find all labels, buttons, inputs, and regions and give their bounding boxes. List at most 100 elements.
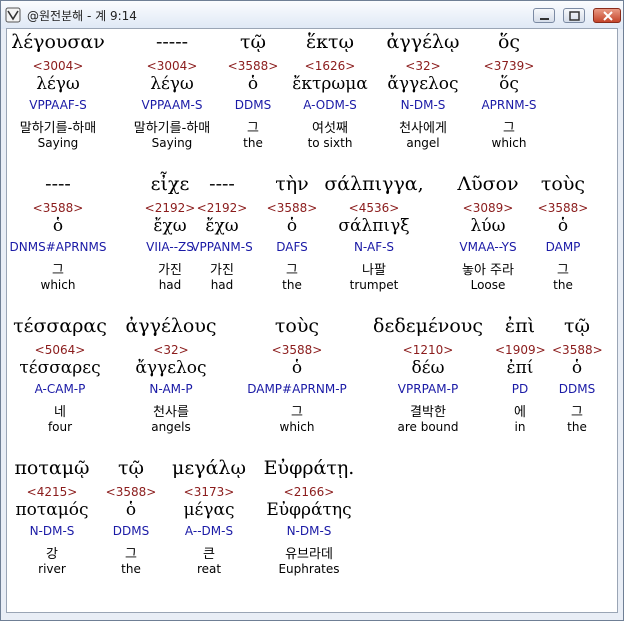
greek-word: σάλπιγγα, — [324, 173, 424, 195]
word-column[interactable]: τοὺς <3588> ὁ DAMP 그 the — [533, 171, 593, 313]
word-column[interactable]: ἐπὶ <1909> ἐπί PD 에 in — [495, 313, 546, 455]
lexeme: ὁ — [52, 216, 64, 236]
strong-number: <3588> — [537, 201, 589, 215]
morph-code: APRNM-S — [481, 98, 537, 112]
english-gloss: angel — [406, 136, 440, 150]
strong-number: <4536> — [348, 201, 400, 215]
word-column[interactable]: μεγάλῳ <3173> μέγας A--DM-S 큰 reat — [171, 455, 247, 597]
morph-code: DAMP — [545, 240, 581, 254]
morph-code: VPRPAM-P — [397, 382, 459, 396]
morph-code: N-AM-P — [149, 382, 193, 396]
greek-word: μεγάλῳ — [172, 457, 246, 479]
korean-gloss: 에 — [514, 405, 526, 420]
english-gloss: Saying — [37, 136, 79, 150]
korean-gloss: 그 — [52, 263, 64, 278]
lexeme: ὅς — [499, 74, 519, 94]
lexeme: ὁ — [286, 216, 298, 236]
morph-code: N-AF-S — [353, 240, 395, 254]
strong-number: <3739> — [483, 59, 535, 73]
greek-word: Λῦσον — [457, 173, 519, 195]
korean-gloss: 그 — [125, 547, 137, 562]
word-column[interactable]: τέσσαρας <5064> τέσσαρες A-CAM-P 네 four — [7, 313, 113, 455]
strong-number: <2192> — [196, 201, 248, 215]
korean-gloss: 나팔 — [362, 263, 386, 278]
english-gloss: angels — [151, 420, 191, 434]
word-column[interactable]: τὴν <3588> ὁ DAFS 그 the — [262, 171, 322, 313]
minimize-button[interactable] — [533, 8, 555, 23]
strong-number: <3004> — [146, 59, 198, 73]
english-gloss: four — [47, 420, 73, 434]
word-column[interactable]: ὅς <3739> ὅς APRNM-S 그 which — [469, 29, 549, 171]
word-column[interactable]: Λῦσον <3089> λύω VMAA--YS 놓아 주라 Loose — [433, 171, 543, 313]
greek-word: Εὐφράτῃ. — [263, 457, 355, 479]
word-column[interactable]: ---- <2192> ἔχω VPPANM-S 가진 had — [189, 171, 255, 313]
word-column[interactable]: τῷ <3588> ὁ DDMS 그 the — [101, 455, 161, 597]
strong-number: <2166> — [283, 485, 335, 499]
interlinear-panel[interactable]: λέγουσαν <3004> λέγω VPPAAF-S 말하기를-하매 Saying -… — [6, 28, 618, 613]
english-gloss: the — [553, 278, 573, 292]
word-column[interactable]: λέγουσαν <3004> λέγω VPPAAF-S 말하기를-하매 Saying — [7, 29, 114, 171]
english-gloss: to sixth — [307, 136, 353, 150]
word-column[interactable]: ἀγγέλῳ <32> ἄγγελος N-DM-S 천사에게 angel — [373, 29, 473, 171]
korean-gloss: 놓아 주라 — [462, 263, 514, 278]
lexeme: δέω — [411, 358, 445, 378]
strong-number: <1626> — [304, 59, 356, 73]
lexeme: ὁ — [125, 500, 137, 520]
word-column[interactable]: ---- <3588> ὁ DNMS#APRNMS 그 which — [7, 171, 112, 313]
word-column[interactable]: ἕκτῳ <1626> ἔκτρωμα A-ODM-S 여섯째 to sixth — [290, 29, 370, 171]
lexeme: ἄγγελος — [387, 74, 459, 94]
morph-code: A-CAM-P — [34, 382, 86, 396]
word-column[interactable]: τῷ <3588> ὁ DDMS 그 the — [552, 313, 603, 455]
korean-gloss: 강 — [46, 547, 58, 562]
word-column[interactable]: ποταμῷ <4215> ποταμός N-DM-S 강 river — [7, 455, 97, 597]
lexeme: ἄγγελος — [135, 358, 207, 378]
greek-word: λέγουσαν — [11, 31, 105, 53]
morph-code: VPPAAF-S — [29, 98, 87, 112]
morph-code: DAFS — [276, 240, 308, 254]
english-gloss: reat — [196, 562, 222, 576]
lexeme: λύω — [470, 216, 506, 236]
word-column[interactable]: ἀγγέλους <32> ἄγγελος N-AM-P 천사를 angels — [121, 313, 221, 455]
lexeme: ἐπί — [506, 358, 534, 378]
morph-code: VPPANM-S — [191, 240, 253, 254]
strong-number: <32> — [405, 59, 441, 73]
greek-word: τῷ — [239, 31, 266, 53]
morph-code: DDMS — [558, 382, 596, 396]
morph-code: PD — [511, 382, 529, 396]
english-gloss: Saying — [151, 136, 193, 150]
lexeme: ἔκτρωμα — [292, 74, 368, 94]
word-column[interactable]: σάλπιγγα, <4536> σάλπιγξ N-AF-S 나팔 trumpet — [319, 171, 429, 313]
english-gloss: which — [279, 420, 315, 434]
korean-gloss: 천사에게 — [399, 121, 447, 136]
app-icon — [5, 7, 21, 23]
title-bar[interactable]: @원전분해 - 계 9:14 — [1, 1, 623, 29]
maximize-button[interactable] — [563, 8, 585, 23]
app-window: @원전분해 - 계 9:14 λέγουσαν <3004> λέγω VPPAAF-… — [0, 0, 624, 621]
word-column[interactable]: δεδεμένους <1210> δέω VPRPAM-P 결박한 are bound — [358, 313, 498, 455]
greek-word: ὅς — [497, 31, 521, 53]
close-button[interactable] — [593, 8, 621, 23]
korean-gloss: 말하기를-하매 — [133, 121, 211, 136]
greek-word: ἕκτῳ — [305, 31, 355, 53]
english-gloss: Euphrates — [278, 562, 340, 576]
greek-word: ἐπὶ — [504, 315, 536, 337]
strong-number: <3588> — [32, 201, 84, 215]
greek-word: τῷ — [563, 315, 590, 337]
word-column[interactable]: τοὺς <3588> ὁ DAMP#APRNM-P 그 which — [235, 313, 359, 455]
strong-number: <3588> — [227, 59, 279, 73]
morph-code: N-DM-S — [286, 524, 332, 538]
lexeme: Εὐφράτης — [266, 500, 352, 520]
word-column[interactable]: ----- <3004> λέγω VPPAAM-S 말하기를-하매 Saying — [122, 29, 222, 171]
korean-gloss: 그 — [286, 263, 298, 278]
greek-word: ---- — [45, 173, 71, 195]
morph-code: N-DM-S — [400, 98, 446, 112]
lexeme: ἔχω — [205, 216, 239, 236]
word-column[interactable]: Εὐφράτῃ. <2166> Εὐφράτης N-DM-S 유브라데 Euphrate… — [249, 455, 369, 597]
korean-gloss: 유브라데 — [285, 547, 333, 562]
lexeme: ὁ — [247, 74, 259, 94]
word-column[interactable]: τῷ <3588> ὁ DDMS 그 the — [218, 29, 288, 171]
strong-number: <3588> — [552, 343, 603, 357]
lexeme: ποταμός — [15, 500, 89, 520]
close-icon — [603, 11, 613, 21]
morph-code: DNMS#APRNMS — [9, 240, 107, 254]
